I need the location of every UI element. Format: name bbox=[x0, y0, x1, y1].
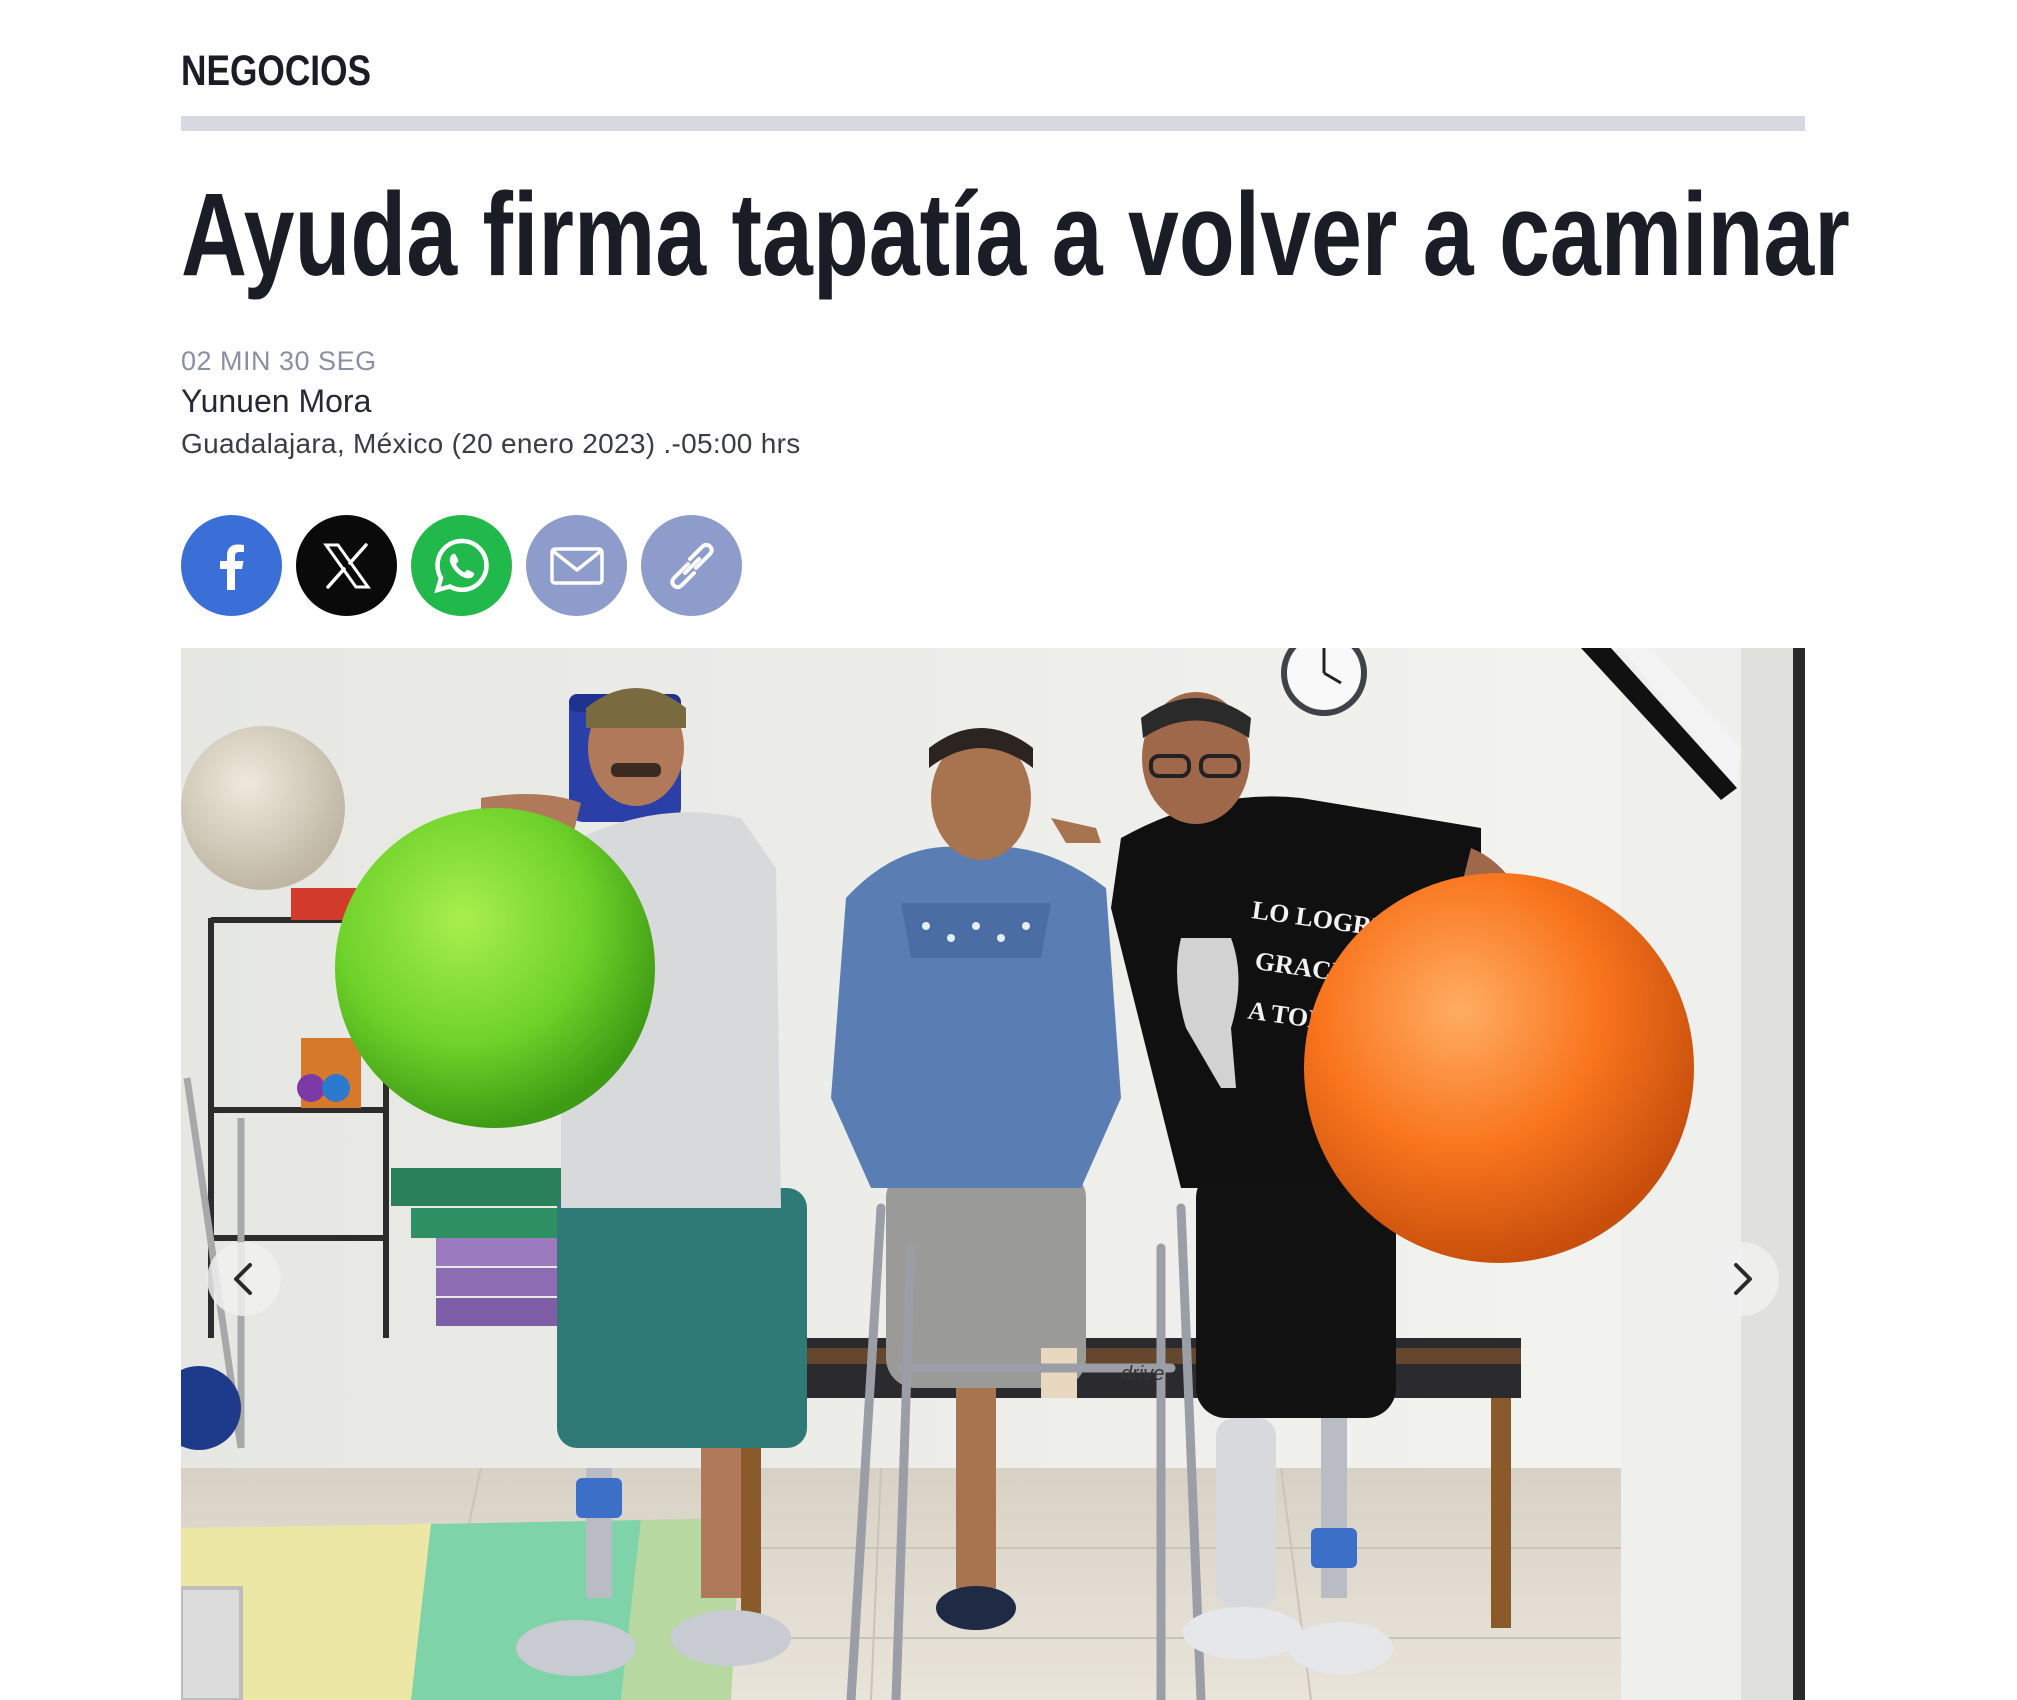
copy-link-button[interactable] bbox=[641, 515, 742, 616]
chevron-right-icon bbox=[1734, 1263, 1752, 1295]
share-x-button[interactable] bbox=[296, 515, 397, 616]
x-icon bbox=[322, 542, 371, 589]
article-photo: drive LO LOGRÉ! GRACIAS A TODOS!! bbox=[181, 648, 1805, 1700]
whatsapp-icon bbox=[433, 538, 489, 593]
article-photo-gallery[interactable]: drive LO LOGRÉ! GRACIAS A TODOS!! bbox=[181, 648, 1805, 1700]
read-time: 02 MIN 30 SEG bbox=[181, 346, 377, 376]
share-facebook-button[interactable] bbox=[181, 515, 282, 616]
share-whatsapp-button[interactable] bbox=[411, 515, 512, 616]
email-icon bbox=[549, 546, 604, 585]
section-divider bbox=[181, 116, 1805, 131]
dateline: Guadalajara, México (20 enero 2023) .-05… bbox=[181, 428, 801, 459]
author-name[interactable]: Yunuen Mora bbox=[181, 383, 371, 420]
link-icon bbox=[669, 542, 714, 589]
share-email-button[interactable] bbox=[526, 515, 627, 616]
facebook-icon bbox=[219, 544, 244, 590]
chevron-left-icon bbox=[234, 1263, 252, 1295]
section-label[interactable]: NEGOCIOS bbox=[181, 50, 371, 93]
gallery-prev-button[interactable] bbox=[207, 1242, 281, 1316]
article-headline: Ayuda firma tapatía a volver a caminar bbox=[181, 169, 1850, 301]
share-bar bbox=[181, 515, 742, 616]
gallery-next-button[interactable] bbox=[1705, 1242, 1779, 1316]
walker-brand: drive bbox=[1121, 1363, 1164, 1385]
